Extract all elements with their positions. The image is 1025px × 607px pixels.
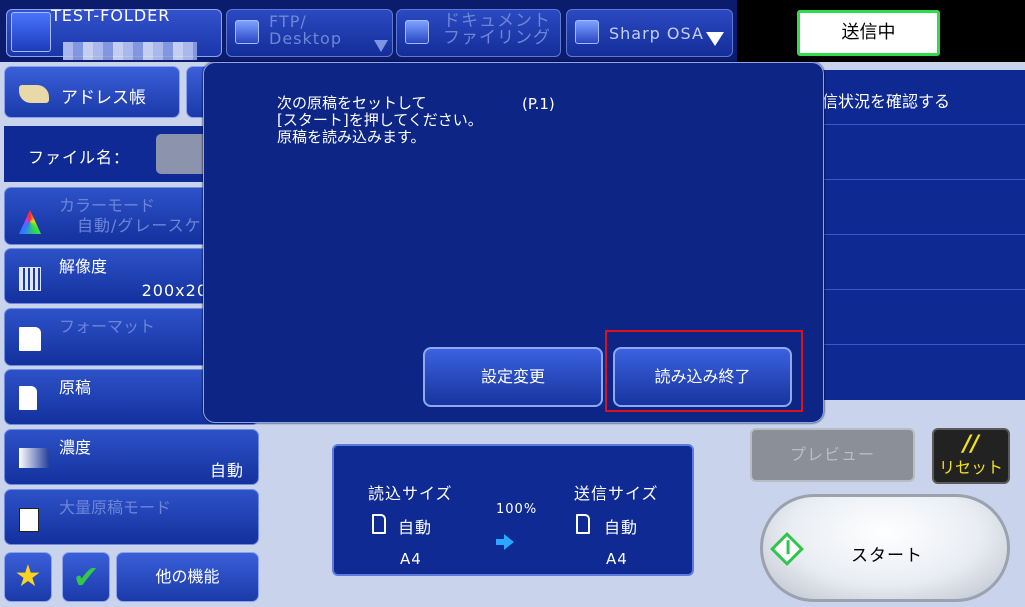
start-label: スタート — [851, 546, 923, 566]
exposure-label: 濃度 — [59, 438, 92, 457]
exposure-icon — [19, 448, 49, 468]
address-book-icon — [19, 85, 49, 103]
original-label: 原稿 — [59, 378, 92, 397]
tab-sharp-osa-label: Sharp OSA — [609, 24, 704, 43]
color-mode-icon — [19, 210, 41, 234]
status-badge: 送信中 — [797, 10, 940, 56]
status-row — [800, 180, 1025, 235]
preview-button[interactable]: プレビュー — [750, 428, 915, 482]
tab-test-folder-label: TEST-FOLDER — [51, 6, 171, 25]
start-icon — [770, 532, 804, 566]
tab-document-filing-label: ドキュメント ファイリング — [443, 11, 551, 48]
scan-size-label: 読込サイズ — [368, 484, 453, 503]
sharp-osa-icon — [575, 20, 599, 44]
document-filing-icon — [405, 20, 429, 44]
highlight-box — [605, 330, 803, 412]
file-format-label: フォーマット — [59, 317, 156, 336]
address-book-button[interactable]: アドレス帳 — [4, 66, 180, 118]
document-icon — [372, 514, 386, 534]
chevron-down-icon[interactable] — [706, 32, 724, 46]
scan-paper-value: A4 — [400, 550, 422, 568]
file-name-row: ファイル名： — [4, 126, 216, 182]
check-status-link: 信状況を確認する — [822, 92, 951, 111]
file-format-icon — [19, 327, 41, 351]
scan-mode-value: 自動 — [398, 518, 433, 537]
page-number: (P.1) — [522, 95, 555, 113]
tab-test-folder[interactable]: TEST-FOLDER — [6, 6, 222, 60]
checkmark-icon: ✔ — [72, 558, 100, 596]
exposure-value: 自動 — [209, 461, 244, 480]
send-mode-value: 自動 — [604, 518, 639, 537]
job-status-panel: 信状況を確認する — [800, 70, 1025, 400]
status-row — [800, 125, 1025, 180]
status-row — [800, 290, 1025, 345]
reset-label: リセット — [938, 458, 1003, 477]
tab-ftp-desktop-label: FTP/ Desktop — [269, 12, 342, 48]
tab-document-filing[interactable]: ドキュメント ファイリング — [396, 9, 561, 57]
check-settings-button[interactable]: ✔ — [62, 552, 110, 602]
start-button[interactable]: スタート — [760, 494, 1010, 602]
network-folder-icon — [11, 12, 51, 52]
resolution-value: 200x20 — [141, 281, 208, 300]
reset-icon: // — [962, 432, 980, 457]
top-bar: TEST-FOLDER FTP/ Desktop ドキュメント ファイリング S… — [0, 0, 1025, 62]
tab-sharp-osa[interactable]: Sharp OSA — [566, 9, 733, 57]
address-book-label: アドレス帳 — [61, 88, 146, 108]
original-icon — [19, 386, 37, 410]
job-build-label: 大量原稿モード — [59, 498, 172, 517]
chevron-down-icon — [374, 40, 388, 52]
size-panel[interactable]: 読込サイズ 自動 A4 100% 送信サイズ 自動 A4 — [332, 444, 694, 576]
change-settings-button[interactable]: 設定変更 — [423, 347, 603, 407]
masked-folder-path — [63, 42, 197, 60]
color-mode-value: 自動/グレースケ — [77, 216, 202, 235]
resolution-icon — [19, 267, 41, 291]
tab-ftp-desktop[interactable]: FTP/ Desktop — [226, 9, 393, 57]
star-icon: ★ — [14, 559, 42, 594]
document-icon — [576, 514, 590, 534]
ratio-value: 100% — [496, 502, 538, 517]
send-size-label: 送信サイズ — [574, 484, 659, 503]
arrow-right-icon — [496, 534, 514, 550]
file-name-label: ファイル名： — [28, 148, 131, 167]
resolution-label: 解像度 — [59, 257, 108, 276]
status-row — [800, 235, 1025, 290]
job-build-button[interactable]: 大量原稿モード — [4, 489, 259, 545]
reset-button[interactable]: // リセット — [932, 428, 1010, 484]
job-build-icon — [19, 508, 39, 532]
favorite-star-button[interactable]: ★ — [4, 552, 52, 602]
exposure-button[interactable]: 濃度 自動 — [4, 429, 259, 485]
scan-next-original-dialog: 次の原稿をセットして [スタート]を押してください。 原稿を読み込みます。 (P… — [203, 62, 824, 423]
other-functions-button[interactable]: 他の機能 — [116, 552, 259, 602]
send-paper-value: A4 — [606, 550, 628, 568]
dialog-message: 次の原稿をセットして [スタート]を押してください。 原稿を読み込みます。 — [277, 94, 483, 146]
check-status-row[interactable]: 信状況を確認する — [800, 70, 1025, 125]
ftp-desktop-icon — [235, 20, 259, 44]
